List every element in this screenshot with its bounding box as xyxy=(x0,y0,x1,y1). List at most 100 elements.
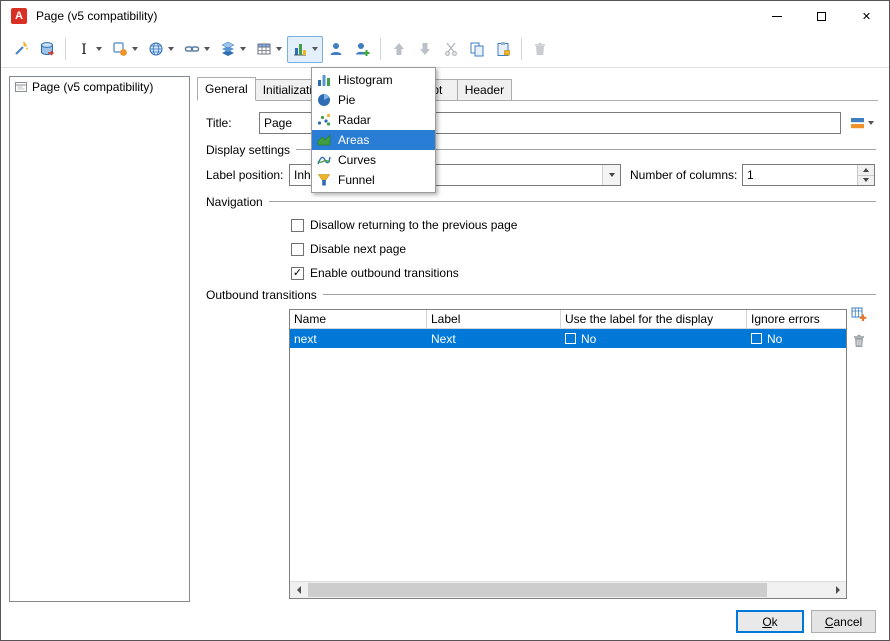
disallow-return-checkbox[interactable] xyxy=(291,218,304,232)
label-position-label: Label position: xyxy=(206,168,284,182)
table-row[interactable]: next Next No No xyxy=(290,329,846,348)
table-empty-area xyxy=(290,348,846,581)
link-icon xyxy=(184,46,200,52)
checkbox-label: Enable outbound transitions xyxy=(310,266,459,280)
chart-button[interactable] xyxy=(287,35,323,63)
wand-icon xyxy=(15,41,28,55)
table-actions xyxy=(850,305,868,350)
globe-button[interactable] xyxy=(143,36,179,63)
checkbox-row: Enable outbound transitions xyxy=(291,265,876,281)
funnel-icon xyxy=(317,174,331,186)
copy-button[interactable] xyxy=(464,36,490,63)
spin-up-button[interactable] xyxy=(857,165,874,175)
window-title: Page (v5 compatibility) xyxy=(36,9,158,23)
checkbox-row: Disable next page xyxy=(291,241,876,257)
column-header-use-label[interactable]: Use the label for the display xyxy=(561,310,747,328)
cancel-button[interactable]: Cancel xyxy=(811,610,876,633)
layers-button[interactable] xyxy=(215,36,251,63)
close-icon xyxy=(862,9,871,23)
title-label: Title: xyxy=(206,116,232,130)
cell-ignore-errors: No xyxy=(747,329,846,348)
add-transition-button[interactable] xyxy=(850,305,868,323)
menu-item-radar[interactable]: Radar xyxy=(312,110,435,130)
delete-button xyxy=(527,36,553,63)
use-label-value: No xyxy=(581,331,597,346)
menu-item-curves[interactable]: Curves xyxy=(312,150,435,170)
use-label-checkbox[interactable] xyxy=(565,333,576,344)
add-user-button[interactable] xyxy=(349,36,375,63)
maximize-button[interactable] xyxy=(799,1,844,31)
combo-dropdown-button[interactable] xyxy=(602,165,620,185)
chart-icon xyxy=(294,44,306,56)
scrollbar-thumb[interactable] xyxy=(308,583,768,597)
chevron-down-icon xyxy=(867,121,874,125)
group-separator-line xyxy=(268,201,876,203)
histogram-icon xyxy=(318,75,330,86)
column-header-name[interactable]: Name xyxy=(290,310,427,328)
wand-button[interactable] xyxy=(8,36,34,63)
cell-name: next xyxy=(294,331,317,346)
tab-header[interactable]: Header xyxy=(456,79,513,100)
menu-item-histogram[interactable]: Histogram xyxy=(312,70,435,90)
columns-label: Number of columns: xyxy=(630,168,738,182)
maximize-icon xyxy=(817,11,826,21)
globe-icon xyxy=(149,42,163,56)
close-button[interactable] xyxy=(844,1,889,31)
tab-bar: General Initialization Script Header xyxy=(197,76,878,101)
menu-item-funnel[interactable]: Funnel xyxy=(312,170,435,190)
checkbox-label: Disallow returning to the previous page xyxy=(310,218,518,232)
disable-next-page-checkbox[interactable] xyxy=(291,242,304,256)
scroll-left-button[interactable] xyxy=(290,582,307,598)
outbound-transitions-group: Outbound transitions xyxy=(206,288,876,302)
cut-icon xyxy=(445,42,457,56)
menu-item-label: Histogram xyxy=(338,73,393,87)
column-header-ignore-errors[interactable]: Ignore errors xyxy=(747,310,846,328)
page-icon xyxy=(15,82,27,92)
chevron-down-icon xyxy=(608,173,615,177)
menu-item-pie[interactable]: Pie xyxy=(312,90,435,110)
title-options-button[interactable] xyxy=(847,112,876,134)
user-button[interactable] xyxy=(323,36,349,63)
group-label: Outbound transitions xyxy=(206,288,317,302)
datasource-button[interactable] xyxy=(34,36,60,63)
display-settings-group: Display settings xyxy=(206,143,876,157)
scroll-right-button[interactable] xyxy=(829,582,846,598)
enable-outbound-transitions-checkbox[interactable] xyxy=(291,266,304,280)
tree-item-label: Page (v5 compatibility) xyxy=(32,80,154,94)
columns-input[interactable] xyxy=(743,165,857,185)
cut-button xyxy=(438,36,464,63)
component-button[interactable] xyxy=(107,36,143,63)
horizontal-scrollbar[interactable] xyxy=(290,581,846,598)
scrollbar-track[interactable] xyxy=(307,582,829,598)
paste-button[interactable] xyxy=(490,36,516,63)
text-style-button[interactable]: I xyxy=(71,36,107,63)
ignore-errors-checkbox[interactable] xyxy=(751,333,762,344)
ok-button[interactable]: Ok xyxy=(736,610,804,633)
areas-icon xyxy=(317,134,331,146)
chevron-down-icon xyxy=(863,178,869,183)
minimize-icon xyxy=(771,15,782,17)
transitions-table: Name Label Use the label for the display… xyxy=(289,309,847,599)
trash-icon xyxy=(854,334,864,347)
grid-button[interactable] xyxy=(251,36,287,63)
add-row-icon xyxy=(851,307,867,321)
menu-item-areas[interactable]: Areas xyxy=(312,130,435,150)
chevron-down-icon xyxy=(204,47,210,51)
svg-text:I: I xyxy=(81,42,87,57)
tree-item-page[interactable]: Page (v5 compatibility) xyxy=(12,79,187,95)
delete-transition-button[interactable] xyxy=(850,332,868,350)
chevron-left-icon xyxy=(296,586,301,594)
localized-text-icon xyxy=(850,118,864,129)
minimize-button[interactable] xyxy=(754,1,799,31)
spin-down-button[interactable] xyxy=(857,174,874,185)
toolbar: I xyxy=(1,31,889,68)
app-icon: A xyxy=(11,8,27,24)
toolbar-separator xyxy=(65,38,66,60)
link-button[interactable] xyxy=(179,36,215,63)
cell-use-label: No xyxy=(561,329,747,348)
tab-general[interactable]: General xyxy=(197,77,256,101)
menu-item-label: Funnel xyxy=(338,173,375,187)
columns-spinner[interactable] xyxy=(742,164,875,186)
column-header-label[interactable]: Label xyxy=(427,310,561,328)
chart-type-menu: Histogram Pie Radar Areas Curves Funnel xyxy=(311,67,436,193)
